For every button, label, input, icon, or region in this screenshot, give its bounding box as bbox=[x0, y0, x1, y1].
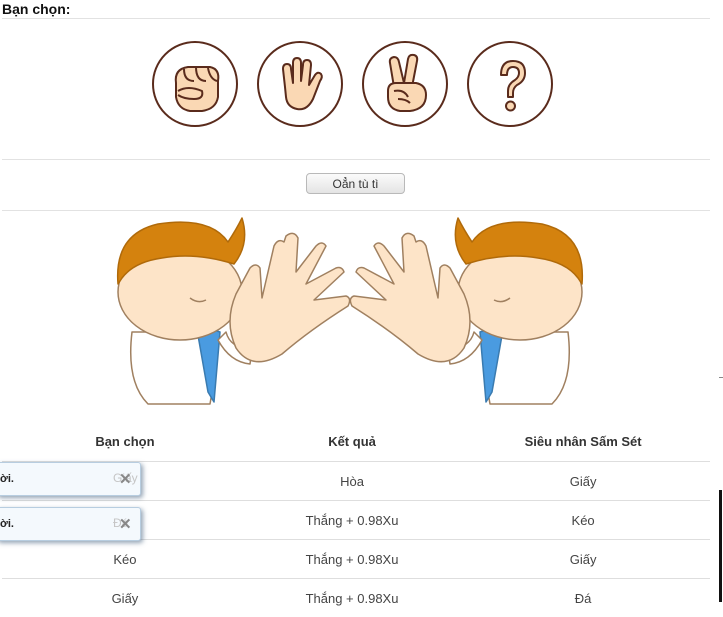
cell-result: Thắng + 0.98Xu bbox=[248, 501, 456, 540]
column-header-result: Kết quả bbox=[248, 422, 456, 462]
table-row: Kéo Thắng + 0.98Xu Giấy bbox=[2, 540, 710, 579]
left-player bbox=[118, 218, 350, 404]
players-illustration bbox=[100, 212, 600, 408]
cell-user-choice: Kéo bbox=[2, 540, 248, 579]
question-mark-icon bbox=[469, 43, 555, 129]
cell-user-choice: Giấy bbox=[2, 579, 248, 617]
open-hand-icon bbox=[259, 43, 345, 129]
choice-paper-button[interactable] bbox=[257, 41, 343, 127]
notification-toast: ời. Đá ✕ bbox=[0, 507, 141, 541]
cell-bot-choice: Giấy bbox=[456, 540, 710, 579]
toast-message: ời. bbox=[0, 473, 14, 485]
edge-tick bbox=[719, 377, 723, 378]
right-player bbox=[350, 218, 582, 404]
choice-random-button[interactable] bbox=[467, 41, 553, 127]
cell-result: Hòa bbox=[248, 462, 456, 501]
divider bbox=[2, 159, 710, 160]
choice-rock-button[interactable] bbox=[152, 41, 238, 127]
victory-hand-icon bbox=[364, 43, 450, 129]
cell-bot-choice: Đá bbox=[456, 579, 710, 617]
notification-toast: ời. Giấy ✕ bbox=[0, 462, 141, 496]
table-header-row: Bạn chọn Kết quả Siêu nhân Sấm Sét bbox=[2, 422, 710, 462]
column-header-bot: Siêu nhân Sấm Sét bbox=[456, 422, 710, 462]
fist-hand-icon bbox=[154, 43, 240, 129]
close-icon[interactable]: ✕ bbox=[119, 470, 132, 488]
close-icon[interactable]: ✕ bbox=[119, 515, 132, 533]
divider bbox=[2, 210, 710, 211]
table-row: Giấy Thắng + 0.98Xu Đá bbox=[2, 579, 710, 617]
cell-bot-choice: Kéo bbox=[456, 501, 710, 540]
scrollbar[interactable] bbox=[719, 490, 722, 602]
cell-result: Thắng + 0.98Xu bbox=[248, 579, 456, 617]
cell-bot-choice: Giấy bbox=[456, 462, 710, 501]
divider bbox=[2, 18, 710, 19]
toast-message: ời. bbox=[0, 518, 14, 530]
choice-scissors-button[interactable] bbox=[362, 41, 448, 127]
column-header-user: Bạn chọn bbox=[2, 422, 248, 462]
cell-result: Thắng + 0.98Xu bbox=[248, 540, 456, 579]
page-title: Bạn chọn: bbox=[2, 1, 70, 17]
play-button[interactable]: Oẳn tù tì bbox=[306, 173, 405, 194]
